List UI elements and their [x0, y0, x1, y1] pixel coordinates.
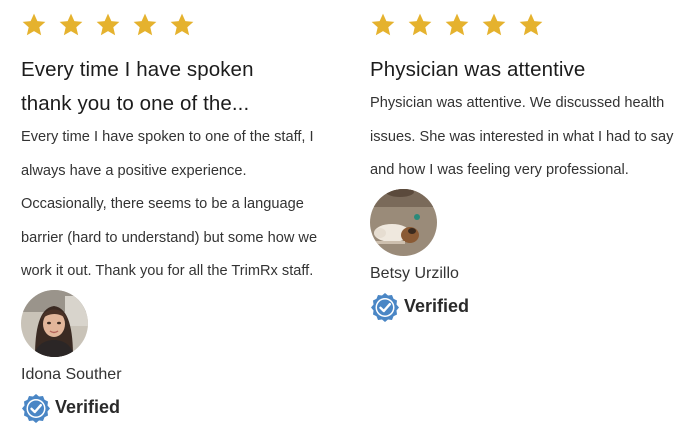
review-body-line: issues. She was interested in what I had…	[370, 128, 674, 145]
review-title: Physician was attentive	[370, 53, 691, 87]
reviewer-name: Idona Souther	[21, 365, 122, 383]
review-body: Every time I have spoken to one of the s…	[21, 121, 351, 289]
star-icon	[408, 13, 432, 36]
star-icon	[59, 13, 83, 36]
review-body-line: always have a positive experience.	[21, 162, 247, 179]
star-icon	[371, 13, 395, 36]
review-title-line: Physician was attentive	[370, 58, 586, 81]
review-body-line: barrier (hard to understand) but some ho…	[21, 229, 318, 246]
review-body-line: Physician was attentive. We discussed he…	[370, 95, 665, 111]
review-title-line: Every time I have spoken	[21, 58, 254, 81]
star-rating	[370, 11, 691, 39]
review-card: Physician was attentive Physician was at…	[370, 0, 691, 322]
verified-badge-icon	[22, 393, 50, 423]
verified-label: Verified	[55, 397, 121, 417]
review-body-line: Occasionally, there seems to be a langua…	[21, 196, 304, 212]
verified-status: Verified	[21, 393, 351, 423]
avatar	[370, 188, 437, 256]
star-icon	[445, 13, 469, 36]
star-icon	[96, 13, 120, 36]
verified-status: Verified	[370, 292, 691, 322]
avatar	[21, 289, 88, 357]
review-body-line: work it out. Thank you for all the TrimR…	[21, 263, 314, 279]
verified-label: Verified	[404, 296, 470, 316]
star-icon	[170, 13, 194, 36]
review-title-line: thank you to one of the...	[21, 92, 250, 115]
star-icon	[133, 13, 157, 36]
review-body-line: and how I was feeling very professional.	[370, 162, 629, 178]
review-card: Every time I have spoken thank you to on…	[21, 0, 351, 423]
review-body: Physician was attentive. We discussed he…	[370, 87, 691, 188]
star-icon	[519, 13, 543, 36]
star-rating	[21, 11, 351, 39]
verified-badge-icon	[371, 292, 399, 322]
star-icon	[482, 13, 506, 36]
review-title: Every time I have spoken thank you to on…	[21, 53, 351, 121]
review-body-line: Every time I have spoken to one of the s…	[21, 129, 314, 145]
star-icon	[22, 13, 46, 36]
reviewer-name: Betsy Urzillo	[370, 264, 459, 282]
